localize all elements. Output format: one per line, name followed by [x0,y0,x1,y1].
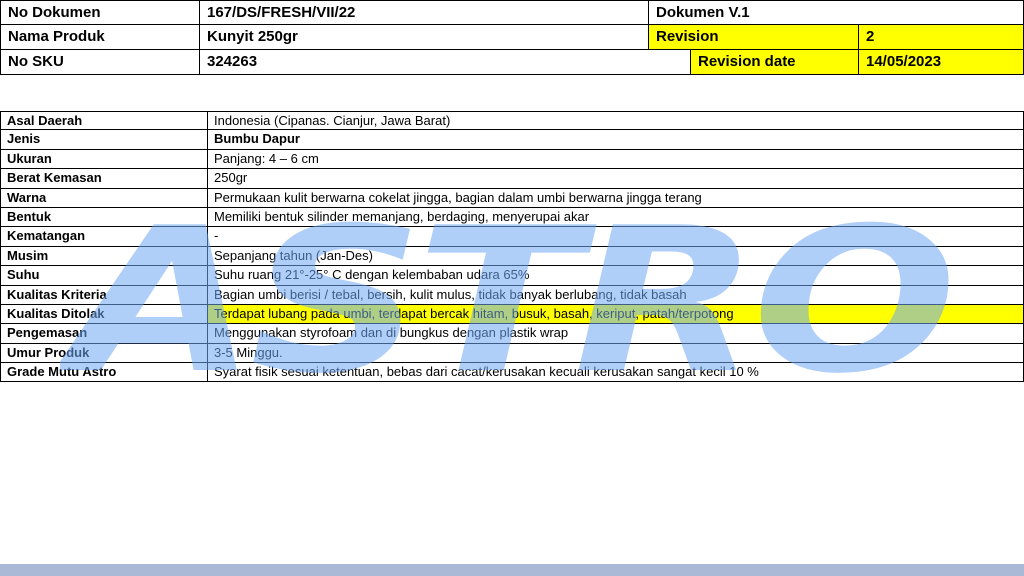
spec-row-ukuran: Ukuran Panjang: 4 – 6 cm [0,148,1024,170]
spec-value: Bumbu Dapur [207,129,1024,150]
spec-label: Umur Produk [0,342,208,364]
header-row-no-sku: No SKU 324263 Revision date 14/05/2023 [0,49,1024,75]
spec-label: Ukuran [0,148,208,170]
footer-bar [0,564,1024,576]
spec-value: Panjang: 4 – 6 cm [207,148,1024,170]
nama-produk-label: Nama Produk [0,24,200,50]
spec-value: Syarat fisik sesuai ketentuan, bebas dar… [207,362,1024,383]
spec-label: Asal Daerah [0,111,208,131]
spec-label: Musim [0,245,208,267]
spec-value: 250gr [207,168,1024,189]
spec-value: Memiliki bentuk silinder memanjang, berd… [207,206,1024,228]
spec-label: Warna [0,187,208,208]
spec-row-musim: Musim Sepanjang tahun (Jan-Des) [0,245,1024,267]
no-dokumen-value: 167/DS/FRESH/VII/22 [199,0,649,25]
revision-date-value: 14/05/2023 [858,49,1024,75]
spec-row-berat-kemasan: Berat Kemasan 250gr [0,168,1024,189]
spec-value: Indonesia (Cipanas. Cianjur, Jawa Barat) [207,111,1024,131]
spec-value: 3-5 Minggu. [207,342,1024,364]
spec-row-kualitas-kriteria: Kualitas Kriteria Bagian umbi berisi / t… [0,284,1024,305]
spec-value: Permukaan kulit berwarna cokelat jingga,… [207,187,1024,208]
spec-label: Kematangan [0,226,208,247]
spec-row-grade-mutu: Grade Mutu Astro Syarat fisik sesuai ket… [0,362,1024,383]
spec-row-kematangan: Kematangan - [0,226,1024,247]
dokumen-version: Dokumen V.1 [648,0,1024,25]
spec-value-highlighted: Terdapat lubang pada umbi, terdapat berc… [207,303,1024,325]
spec-label: Kualitas Ditolak [0,303,208,325]
product-spec-table: Asal Daerah Indonesia (Cipanas. Cianjur,… [0,111,1024,383]
spec-value: Bagian umbi berisi / tebal, bersih, kuli… [207,284,1024,305]
spec-row-bentuk: Bentuk Memiliki bentuk silinder memanjan… [0,206,1024,228]
header-row-nama-produk: Nama Produk Kunyit 250gr Revision 2 [0,24,1024,50]
spec-label: Kualitas Kriteria [0,284,208,305]
spec-label: Jenis [0,129,208,150]
spec-label: Bentuk [0,206,208,228]
spec-value: Suhu ruang 21°-25° C dengan kelembaban u… [207,265,1024,286]
spec-label: Grade Mutu Astro [0,362,208,383]
spec-row-jenis: Jenis Bumbu Dapur [0,129,1024,150]
no-sku-label: No SKU [0,49,200,75]
spec-row-asal-daerah: Asal Daerah Indonesia (Cipanas. Cianjur,… [0,111,1024,131]
spec-label: Berat Kemasan [0,168,208,189]
no-dokumen-label: No Dokumen [0,0,200,25]
spec-row-suhu: Suhu Suhu ruang 21°-25° C dengan kelemba… [0,265,1024,286]
revision-label: Revision [648,24,859,50]
revision-date-label: Revision date [690,49,859,75]
spec-row-pengemasan: Pengemasan Menggunakan styrofoam dan di … [0,323,1024,344]
spec-value: Sepanjang tahun (Jan-Des) [207,245,1024,267]
header-row-no-dokumen: No Dokumen 167/DS/FRESH/VII/22 Dokumen V… [0,0,1024,25]
nama-produk-value: Kunyit 250gr [199,24,649,50]
spec-value: - [207,226,1024,247]
spec-value: Menggunakan styrofoam dan di bungkus den… [207,323,1024,344]
no-sku-value: 324263 [199,49,691,75]
spec-row-kualitas-ditolak: Kualitas Ditolak Terdapat lubang pada um… [0,303,1024,325]
spec-label: Pengemasan [0,323,208,344]
document-header-table: No Dokumen 167/DS/FRESH/VII/22 Dokumen V… [0,0,1024,75]
spec-row-umur-produk: Umur Produk 3-5 Minggu. [0,342,1024,364]
spec-row-warna: Warna Permukaan kulit berwarna cokelat j… [0,187,1024,208]
spec-label: Suhu [0,265,208,286]
revision-value: 2 [858,24,1024,50]
